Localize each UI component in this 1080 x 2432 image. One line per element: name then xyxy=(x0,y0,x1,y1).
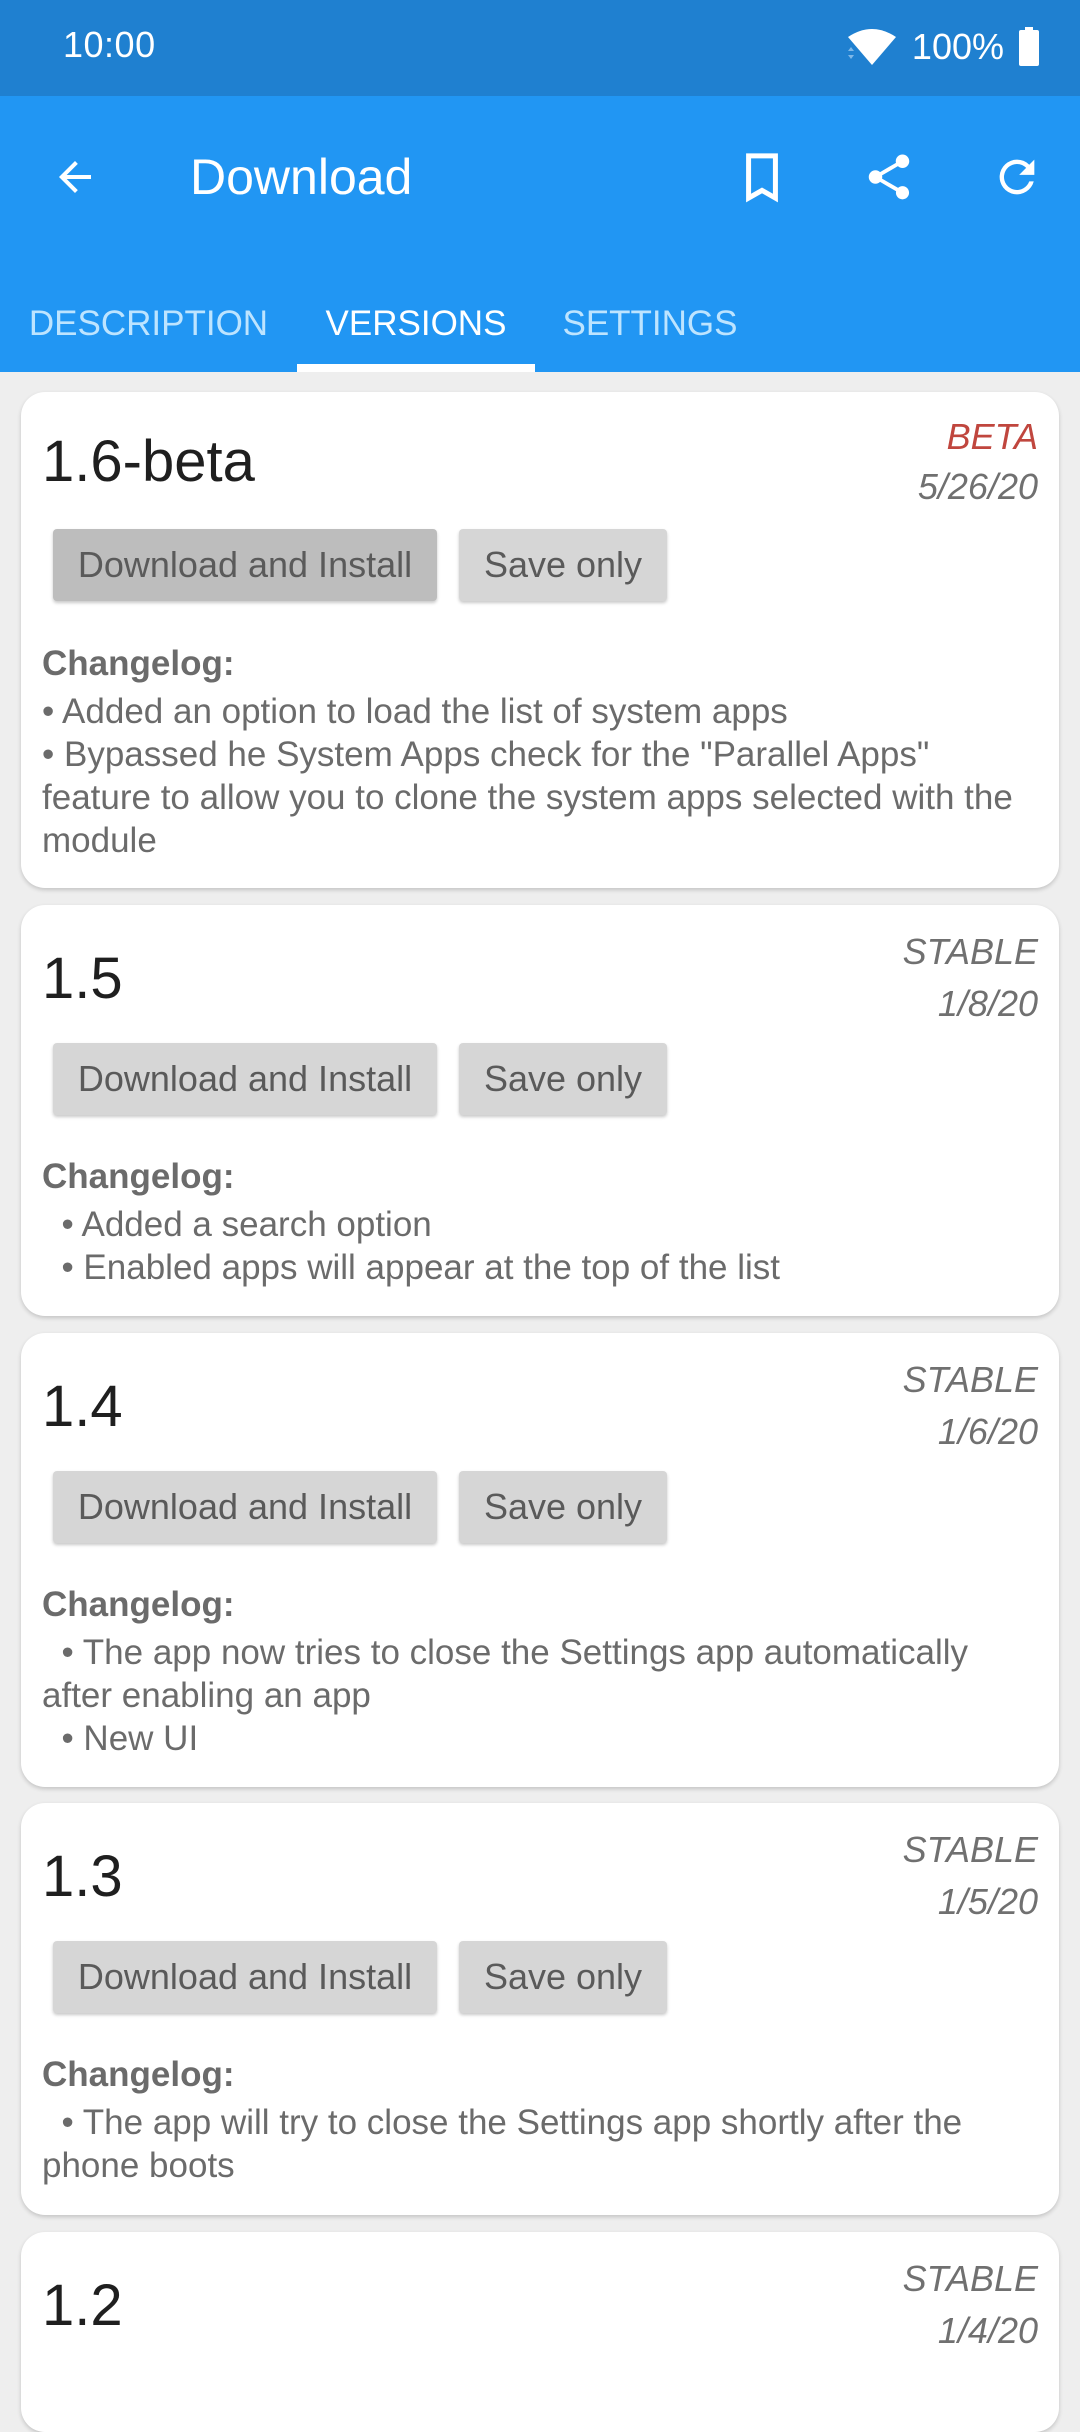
release-date: 1/6/20 xyxy=(937,1411,1038,1452)
channel-badge: STABLE xyxy=(902,1359,1038,1400)
arrow-left-icon xyxy=(59,161,91,193)
tab-bar: DESCRIPTION VERSIONS SETTINGS xyxy=(0,276,765,372)
version-name: 1.5 xyxy=(42,946,123,1011)
page-title: Download xyxy=(190,149,413,205)
status-bar: 10:00 100% xyxy=(0,0,1080,96)
refresh-button[interactable] xyxy=(982,142,1052,212)
changelog-title: Changelog: xyxy=(42,2055,235,2094)
version-card: 1.2 STABLE 1/4/20 xyxy=(21,2232,1059,2432)
tab-versions-label: VERSIONS xyxy=(325,304,507,343)
download-install-button[interactable]: Download and Install xyxy=(53,1941,437,2013)
refresh-icon xyxy=(999,159,1035,195)
version-card: 1.4 STABLE 1/6/20 Download and Install S… xyxy=(21,1333,1059,1787)
save-only-button[interactable]: Save only xyxy=(459,529,667,601)
changelog-body: • The app will try to close the Settings… xyxy=(42,2103,972,2185)
release-date: 1/5/20 xyxy=(937,1881,1038,1922)
changelog-body: • Added an option to load the list of sy… xyxy=(42,692,1013,860)
status-time: 10:00 xyxy=(63,24,156,65)
changelog-body: • The app now tries to close the Setting… xyxy=(42,1633,969,1758)
version-name: 1.4 xyxy=(42,1374,123,1439)
version-name: 1.3 xyxy=(42,1844,123,1909)
version-name: 1.2 xyxy=(42,2273,123,2338)
tab-settings-label: SETTINGS xyxy=(562,304,738,343)
channel-badge: STABLE xyxy=(902,2258,1038,2299)
channel-badge: BETA xyxy=(946,416,1038,457)
bookmark-button[interactable] xyxy=(727,142,797,212)
changelog-title: Changelog: xyxy=(42,1157,235,1196)
tab-versions[interactable]: VERSIONS xyxy=(297,276,535,372)
share-button[interactable] xyxy=(854,142,924,212)
version-card: 1.6-beta BETA 5/26/20 Download and Insta… xyxy=(21,392,1059,888)
version-name: 1.6-beta xyxy=(42,429,255,494)
download-install-button[interactable]: Download and Install xyxy=(53,1471,437,1543)
download-install-button[interactable]: Download and Install xyxy=(53,529,437,601)
version-card: 1.5 STABLE 1/8/20 Download and Install S… xyxy=(21,905,1059,1316)
download-install-button[interactable]: Download and Install xyxy=(53,1043,437,1115)
changelog-title: Changelog: xyxy=(42,1585,235,1624)
save-only-button[interactable]: Save only xyxy=(459,1471,667,1543)
tab-indicator xyxy=(297,364,535,372)
share-icon xyxy=(868,154,910,200)
tab-description-label: DESCRIPTION xyxy=(28,304,269,343)
battery-percent: 100% xyxy=(911,26,1004,67)
bookmark-icon xyxy=(746,153,778,203)
channel-badge: STABLE xyxy=(902,1829,1038,1870)
changelog-body: • Added a search option • Enabled apps w… xyxy=(61,1205,780,1287)
save-only-button[interactable]: Save only xyxy=(459,1043,667,1115)
release-date: 1/4/20 xyxy=(937,2310,1038,2351)
wifi-icon xyxy=(847,29,896,65)
app-bar: Download DESCRIPTION VERSIONS SETTINGS xyxy=(0,96,1080,372)
status-icons: 100% xyxy=(846,22,1040,72)
save-only-button[interactable]: Save only xyxy=(459,1941,667,2013)
channel-badge: STABLE xyxy=(902,931,1038,972)
back-button[interactable] xyxy=(40,142,110,212)
release-date: 5/26/20 xyxy=(917,466,1038,507)
release-date: 1/8/20 xyxy=(937,983,1038,1024)
changelog-title: Changelog: xyxy=(42,644,235,683)
version-card: 1.3 STABLE 1/5/20 Download and Install S… xyxy=(21,1803,1059,2215)
battery-icon xyxy=(1019,27,1039,66)
tab-settings[interactable]: SETTINGS xyxy=(535,276,765,372)
tab-description[interactable]: DESCRIPTION xyxy=(0,276,297,372)
